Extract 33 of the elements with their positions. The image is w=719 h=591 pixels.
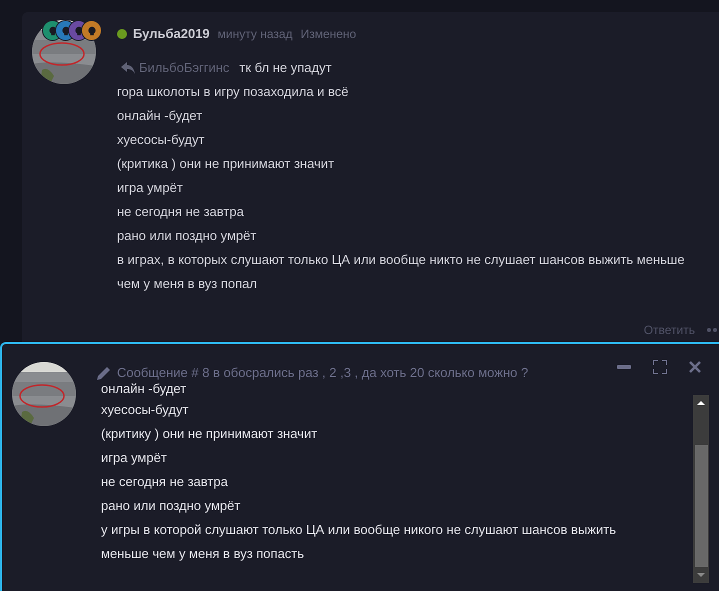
close-icon[interactable] [689,361,701,373]
post-text-line: не сегодня не завтра [117,203,245,221]
editor-text-line: онлайн -будет [101,382,186,398]
scroll-up-icon[interactable] [697,401,705,405]
post-text-line: (критика ) они не принимают значит [117,155,336,173]
reply-link[interactable]: Ответить [644,321,695,339]
editor-text-line: не сегодня не завтра [101,473,228,491]
scroll-down-icon[interactable] [697,573,705,577]
editor-text-line: хуесосы-будут [101,401,188,419]
post-text-line: рано или поздно умрёт [117,227,258,245]
post-time: минуту назад [218,26,293,43]
post-text-line: чем у меня в вуз попал [117,275,258,293]
quote-text: тк бл не упадут [239,59,332,78]
post-text-line: гора школоты в игру позаходила и всё [117,83,350,101]
editor-text-line: (критику ) они не принимают значит [101,425,318,443]
edited-label: Изменено [300,26,356,43]
pencil-icon [97,366,111,380]
more-icon[interactable] [707,328,717,332]
editor-text-line: меньше чем у меня в вуз попасть [101,545,304,563]
author-name[interactable]: Бульба2019 [133,24,210,44]
quoted-author[interactable]: БильбоБэггинс [139,58,230,78]
reply-arrow-icon [121,62,135,74]
editor-title: Сообщение # 8 в обосрались раз , 2 ,3 , да хоть 20 сколько можно ? [117,364,528,382]
editor-text-line: рано или поздно умрёт [101,497,240,515]
editor-text-line: игра умрёт [101,449,167,467]
post-text-line: в играх, в которых слушают только ЦА или вообще никто не слушает шансов выжить меньше [117,251,686,269]
post-text-line: онлайн -будет [117,107,204,125]
fullscreen-icon[interactable] [653,360,667,374]
post-text-line: игра умрёт [117,179,184,197]
scrollbar[interactable] [693,395,709,583]
scrollbar-thumb[interactable] [694,445,708,567]
post-text-line: хуесосы-будут [117,131,206,149]
editor-text-line: у игры в которой слушают только ЦА или вообще никого не слушают шансов выжить [101,521,616,539]
